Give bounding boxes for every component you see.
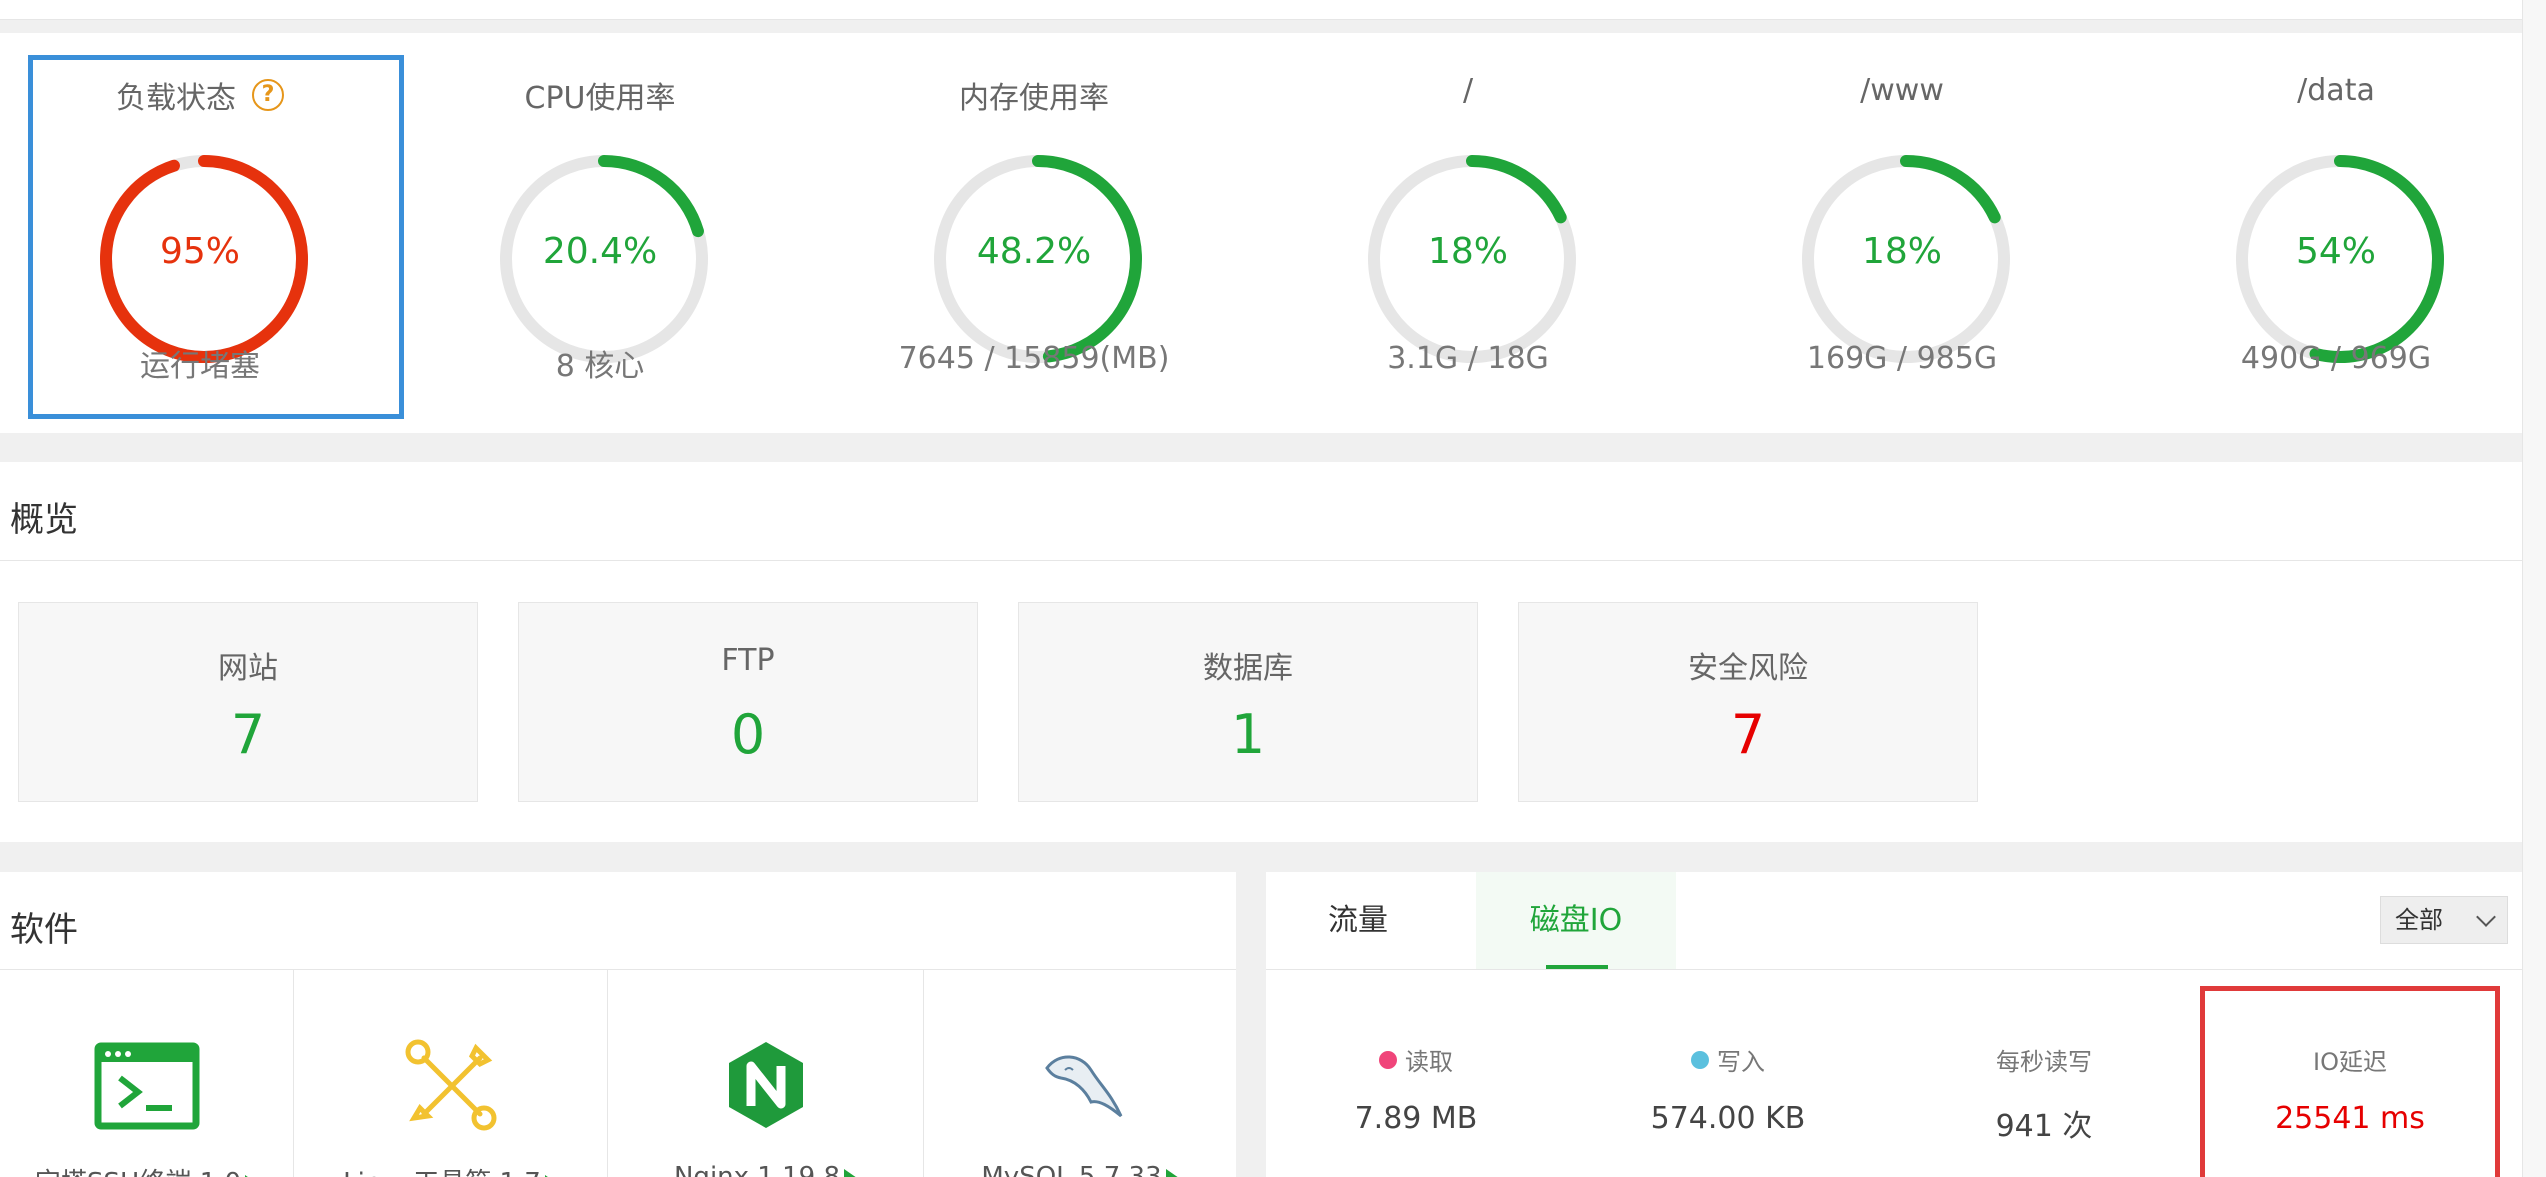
io-stat-iops: 每秒读写 941 次 [1894,1042,2194,1145]
software-item[interactable]: Nginx 1.19.8 [608,970,924,1177]
gauge-title: / [1462,73,1474,108]
latency-highlight-box [2200,986,2500,1177]
io-stat-read: 读取 7.89 MB [1266,1042,1566,1136]
software-item[interactable]: MySQL 5.7.33 [924,970,1236,1177]
gauge-title: 负载状态 [116,81,236,116]
status-panel: 负载状态 ? 95% 运行堵塞 CPU使用率 20.4% 8 核心 内存使用率 … [0,33,2522,433]
card-label: 网站 [218,651,278,686]
gauge-title: /www [1860,73,1944,108]
help-icon[interactable]: ? [252,79,284,111]
io-stat-label: 读取 [1266,1042,1566,1077]
io-stat-value: 574.00 KB [1650,1101,1806,1136]
gauge-value: 18% [1861,231,1942,272]
tools-icon [405,1039,496,1131]
card-label: 数据库 [1203,651,1293,686]
card-value: 1 [1230,703,1266,766]
gauge-title: CPU使用率 [524,81,676,116]
card-value: 7 [1730,703,1766,766]
terminal-icon [94,1042,199,1130]
software-name: Nginx 1.19.8 [608,1162,923,1177]
divider [1266,969,2522,970]
scrollbar[interactable] [2522,0,2546,1177]
gauge-disk-data[interactable]: /data 54% 490G / 969G [2136,33,2536,433]
software-item[interactable]: Linux工具箱 1.7 [294,970,608,1177]
tab-traffic[interactable]: 流量 [1296,872,1420,969]
software-panel: 软件 宝塔SSH终端 1.0 Linux工具箱 1.7 [0,872,1236,1177]
software-name: MySQL 5.7.33 [924,1162,1236,1177]
io-label-text: 每秒读写 [1996,1048,2092,1076]
gauge-subtext: 3.1G / 18G [1387,341,1549,376]
io-label-text: 写入 [1717,1048,1765,1076]
read-dot-icon [1379,1050,1397,1069]
software-name-text: Linux工具箱 1.7 [343,1168,541,1177]
play-icon[interactable] [844,1168,857,1177]
top-strip [0,0,2522,20]
play-icon[interactable] [1165,1168,1179,1177]
gauge-value: 18% [1427,231,1508,272]
gauge-title-row: 负载状态 ? [0,73,400,117]
io-stat-label: 写入 [1578,1042,1878,1077]
nginx-icon [728,1042,803,1128]
io-stat-label: 每秒读写 [1894,1042,2194,1077]
software-name: 宝塔SSH终端 1.0 [0,1162,293,1177]
io-filter-select[interactable]: 全部 [2380,896,2508,944]
gauge-value: 48.2% [976,231,1092,272]
gauge-subtext: 8 核心 [555,349,645,384]
overview-card-websites[interactable]: 网站 7 [18,602,478,802]
gauge-cpu[interactable]: CPU使用率 20.4% 8 核心 [400,33,800,433]
select-value: 全部 [2395,906,2443,934]
gauge-title: /data [2297,73,2375,108]
overview-panel: 概览 网站 7 FTP 0 数据库 1 安全风险 7 [0,462,2522,842]
io-label-text: 读取 [1405,1048,1453,1076]
overview-title: 概览 [10,500,78,540]
card-value: 7 [230,703,266,766]
chevron-down-icon [2476,907,2496,927]
io-panel: 流量 磁盘IO 全部 读取 7.89 MB 写入 574.00 KB 每秒读写 … [1266,872,2522,1177]
software-name-text: MySQL 5.7.33 [981,1162,1162,1177]
software-item[interactable]: 宝塔SSH终端 1.0 [0,970,294,1177]
overview-card-ftp[interactable]: FTP 0 [518,602,978,802]
gauge-value: 95% [159,231,240,272]
card-value: 0 [730,703,766,766]
io-stat-value: 941 次 [1995,1109,2093,1144]
software-name: Linux工具箱 1.7 [294,1162,607,1177]
software-name-text: 宝塔SSH终端 1.0 [35,1168,241,1177]
software-title: 软件 [10,910,78,950]
mysql-icon [1045,1055,1123,1118]
io-stat-write: 写入 574.00 KB [1578,1042,1878,1136]
card-label: FTP [721,643,775,678]
gauge-subtext: 490G / 969G [2240,341,2432,376]
overview-card-database[interactable]: 数据库 1 [1018,602,1478,802]
gauge-subtext: 7645 / 15859(MB) [898,341,1170,376]
write-dot-icon [1691,1050,1709,1069]
gauge-memory[interactable]: 内存使用率 48.2% 7645 / 15859(MB) [834,33,1234,433]
gauge-value: 20.4% [542,231,658,272]
gauge-value: 54% [2295,231,2376,272]
software-name-text: Nginx 1.19.8 [673,1162,840,1177]
gauge-disk-www[interactable]: /www 18% 169G / 985G [1702,33,2102,433]
tab-disk-io[interactable]: 磁盘IO [1476,872,1676,969]
gauge-load[interactable]: 负载状态 ? 95% 运行堵塞 [0,33,400,433]
gauge-title: 内存使用率 [959,81,1109,116]
overview-card-security-risk[interactable]: 安全风险 7 [1518,602,1978,802]
card-label: 安全风险 [1688,651,1808,686]
gauge-disk-root[interactable]: / 18% 3.1G / 18G [1268,33,1668,433]
io-stat-value: 7.89 MB [1354,1101,1478,1136]
gauge-subtext: 169G / 985G [1806,341,1998,376]
gauge-subtext: 运行堵塞 [140,349,260,384]
divider [0,560,2522,561]
